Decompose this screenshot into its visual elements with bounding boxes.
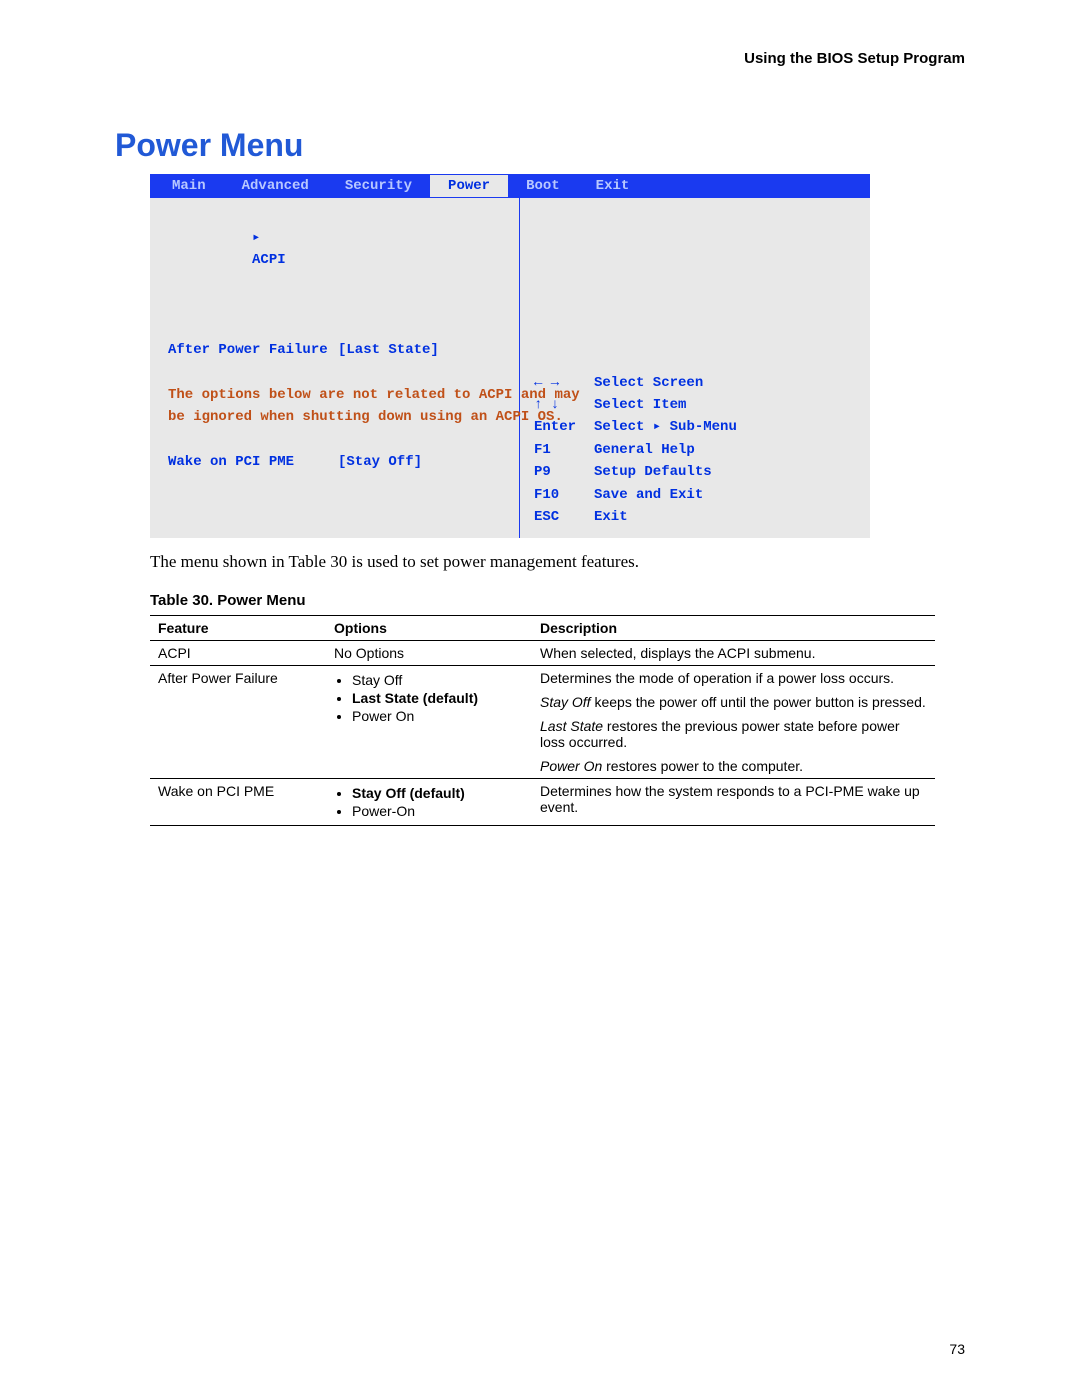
help-key: ESC xyxy=(534,506,594,528)
submenu-arrow-icon: ▸ xyxy=(252,230,260,246)
field-value: [Last State] xyxy=(338,342,439,358)
bios-note-line1: The options below are not related to ACP… xyxy=(168,384,511,406)
help-text: Exit xyxy=(594,509,628,525)
cell-options: No Options xyxy=(326,641,532,666)
help-key: ← → xyxy=(534,372,594,394)
table-row: ACPI No Options When selected, displays … xyxy=(150,641,935,666)
col-feature: Feature xyxy=(150,616,326,641)
page: Using the BIOS Setup Program Power Menu … xyxy=(0,0,1080,1397)
bios-tab-bar: Main Advanced Security Power Boot Exit xyxy=(150,174,870,198)
help-row: F10Save and Exit xyxy=(534,484,862,506)
help-key: F1 xyxy=(534,439,594,461)
help-key: F10 xyxy=(534,484,594,506)
col-options: Options xyxy=(326,616,532,641)
cell-feature: After Power Failure xyxy=(150,666,326,779)
bios-left-pane: ▸ ACPI After Power Failure[Last State] T… xyxy=(150,198,520,538)
table-row: Wake on PCI PME Stay Off (default) Power… xyxy=(150,779,935,826)
cell-description: Determines the mode of operation if a po… xyxy=(532,666,935,779)
list-item: Power-On xyxy=(352,803,524,819)
field-value: [Stay Off] xyxy=(338,454,422,470)
help-row: F1General Help xyxy=(534,439,862,461)
help-key: P9 xyxy=(534,461,594,483)
field-label: Wake on PCI PME xyxy=(168,451,338,473)
caption-text: The menu shown in Table 30 is used to se… xyxy=(150,552,965,572)
help-text: Save and Exit xyxy=(594,487,703,503)
desc-line: Determines the mode of operation if a po… xyxy=(540,670,927,686)
bios-acpi-submenu[interactable]: ▸ ACPI xyxy=(168,204,511,294)
cell-description: Determines how the system responds to a … xyxy=(532,779,935,826)
bios-tab-main[interactable]: Main xyxy=(154,175,224,197)
field-label: After Power Failure xyxy=(168,339,338,361)
bios-tab-boot[interactable]: Boot xyxy=(508,175,578,197)
list-item: Stay Off (default) xyxy=(352,785,524,801)
help-text: Select ▸ Sub-Menu xyxy=(594,419,737,435)
header-title: Using the BIOS Setup Program xyxy=(115,50,965,67)
help-row: ESCExit xyxy=(534,506,862,528)
help-text: General Help xyxy=(594,442,695,458)
help-row: ↑ ↓Select Item xyxy=(534,394,862,416)
bios-note-line2: be ignored when shutting down using an A… xyxy=(168,406,511,428)
table-header-row: Feature Options Description xyxy=(150,616,935,641)
help-text: Select Item xyxy=(594,397,686,413)
table-row: After Power Failure Stay Off Last State … xyxy=(150,666,935,779)
bios-field-after-power-failure[interactable]: After Power Failure[Last State] xyxy=(168,339,511,361)
help-key: Enter xyxy=(534,416,594,438)
help-text: Select Screen xyxy=(594,375,703,391)
help-row: EnterSelect ▸ Sub-Menu xyxy=(534,416,862,438)
page-title: Power Menu xyxy=(115,127,965,164)
bios-field-wake-on-pci-pme[interactable]: Wake on PCI PME[Stay Off] xyxy=(168,451,511,473)
bios-tab-security[interactable]: Security xyxy=(327,175,430,197)
list-item: Power On xyxy=(352,708,524,724)
bios-screenshot: Main Advanced Security Power Boot Exit ▸… xyxy=(150,174,870,538)
table-caption: Table 30. Power Menu xyxy=(150,592,965,609)
bios-help-pane: ← →Select Screen ↑ ↓Select Item EnterSel… xyxy=(520,198,870,538)
help-row: ← →Select Screen xyxy=(534,372,862,394)
cell-feature: ACPI xyxy=(150,641,326,666)
bios-tab-exit[interactable]: Exit xyxy=(578,175,648,197)
cell-feature: Wake on PCI PME xyxy=(150,779,326,826)
help-text: Setup Defaults xyxy=(594,464,712,480)
cell-options: Stay Off Last State (default) Power On xyxy=(326,666,532,779)
help-key: ↑ ↓ xyxy=(534,394,594,416)
col-description: Description xyxy=(532,616,935,641)
list-item: Last State (default) xyxy=(352,690,524,706)
bios-tab-power[interactable]: Power xyxy=(430,175,508,197)
bios-acpi-label: ACPI xyxy=(252,252,286,268)
list-item: Stay Off xyxy=(352,672,524,688)
page-number: 73 xyxy=(949,1341,965,1357)
bios-body: ▸ ACPI After Power Failure[Last State] T… xyxy=(150,198,870,538)
power-menu-table: Feature Options Description ACPI No Opti… xyxy=(150,615,935,826)
bios-tab-advanced[interactable]: Advanced xyxy=(224,175,327,197)
desc-line: Stay Off keeps the power off until the p… xyxy=(540,694,927,710)
desc-line: Last State restores the previous power s… xyxy=(540,718,927,750)
cell-options: Stay Off (default) Power-On xyxy=(326,779,532,826)
cell-description: When selected, displays the ACPI submenu… xyxy=(532,641,935,666)
help-row: P9Setup Defaults xyxy=(534,461,862,483)
desc-line: Power On restores power to the computer. xyxy=(540,758,927,774)
